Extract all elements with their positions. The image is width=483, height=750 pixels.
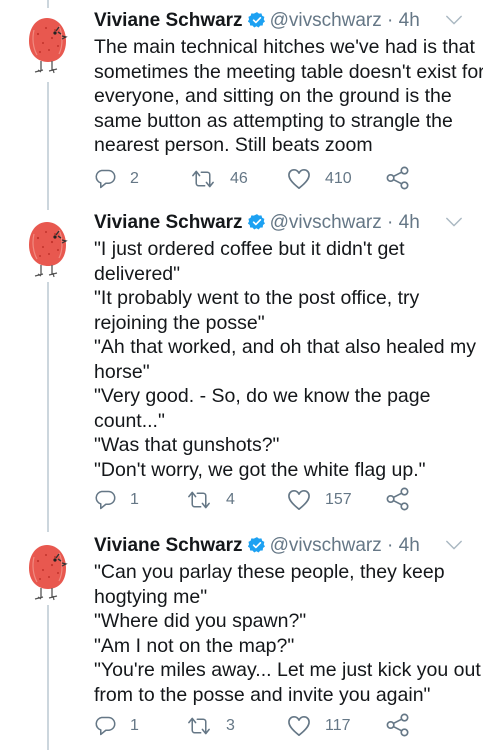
tweet-line: "Was that gunshots?" [94,434,280,456]
retweet-icon [186,489,212,511]
tweet-line: everyone, and sitting on the ground is t… [94,85,452,107]
separator: · [381,535,399,556]
share-button[interactable] [386,487,410,516]
tweet-line: "I just ordered coffee but it didn't get [94,238,405,260]
retweet-icon [190,168,216,190]
author-name[interactable]: Viviane Schwarz [94,535,243,556]
like-button[interactable]: 157 [287,487,352,513]
share-icon [386,166,410,190]
like-icon [287,715,311,737]
tweet-header: Viviane Schwarz @vivschwarz · 4h [94,210,483,236]
tweet-line: horse" [94,360,150,383]
tweet-line: nearest person. Still beats zoom [94,134,373,156]
share-icon [386,487,410,511]
like-icon [287,168,311,190]
tweet-text: The main technical hitches we've had is … [94,35,483,158]
tweet-actions: 1 4 157 [94,487,424,513]
tweet-line: "Very good. - So, do we know the page [94,385,431,407]
retweet-count: 46 [230,170,248,187]
chevron-down-icon[interactable] [445,14,463,26]
tweet-text: "I just ordered coffee but it didn't get… [94,237,476,482]
tweet-line: The main technical hitches we've had is … [94,36,475,58]
separator: · [381,10,399,31]
reply-button[interactable]: 1 [94,487,139,513]
retweet-count: 4 [226,491,235,508]
like-count: 157 [325,491,352,508]
timestamp[interactable]: 4h [399,10,420,31]
retweet-icon [186,715,212,737]
author-handle[interactable]: @vivschwarz [270,535,382,556]
reply-button[interactable]: 1 [94,713,139,739]
tweet-line: rejoining the posse" [94,311,265,334]
chevron-down-icon[interactable] [445,539,463,551]
tweet-line: same button as attempting to strangle th… [94,109,453,132]
reply-button[interactable]: 2 [94,166,139,192]
tweet-line: from to the posse and invite you again" [94,683,431,706]
tweet-line: count..." [94,409,165,432]
tweet-header: Viviane Schwarz @vivschwarz · 4h [94,8,483,34]
author-name[interactable]: Viviane Schwarz [94,10,243,31]
retweet-button[interactable]: 3 [186,713,235,739]
tweet-line: sometimes the meeting table doesn't exis… [94,60,483,83]
reply-count: 1 [130,717,139,734]
chevron-down-icon[interactable] [445,216,463,228]
thread-line [47,0,49,8]
avatar[interactable] [22,14,72,78]
like-count: 410 [325,170,352,187]
share-button[interactable] [386,713,410,742]
reply-icon [94,168,116,190]
tweet[interactable]: Viviane Schwarz @vivschwarz · 4h The main… [0,8,483,198]
like-button[interactable]: 410 [287,166,352,192]
timestamp[interactable]: 4h [399,535,420,556]
separator: · [381,212,399,233]
like-icon [287,489,311,511]
author-name[interactable]: Viviane Schwarz [94,212,243,233]
share-icon [386,713,410,737]
like-button[interactable]: 117 [287,713,351,739]
tweet-line: "Where did you spawn?" [94,610,307,632]
verified-badge-icon [248,213,266,231]
author-handle[interactable]: @vivschwarz [270,10,382,31]
avatar[interactable] [22,541,72,605]
timestamp[interactable]: 4h [399,212,420,233]
share-button[interactable] [386,166,410,195]
tweet[interactable]: Viviane Schwarz @vivschwarz · 4h "I just … [0,210,483,530]
tweet-line: "Ah that worked, and oh that also healed… [94,336,476,358]
tweet-line: "Am I not on the map?" [94,634,295,657]
retweet-count: 3 [226,717,235,734]
verified-badge-icon [248,536,266,554]
reply-count: 1 [130,491,139,508]
tweet[interactable]: Viviane Schwarz @vivschwarz · 4h "Can you… [0,533,483,750]
retweet-button[interactable]: 46 [190,166,248,192]
tweet-line: delivered" [94,262,181,285]
author-handle[interactable]: @vivschwarz [270,212,382,233]
tweet-line: "It probably went to the post office, tr… [94,287,420,309]
tweet-line: "Don't worry, we got the white flag up." [94,458,426,481]
tweet-line: "You're miles away... Let me just kick y… [94,659,481,681]
avatar[interactable] [22,218,72,282]
tweet-actions: 2 46 410 [94,166,424,192]
tweet-text: "Can you parlay these people, they keep … [94,560,481,707]
retweet-button[interactable]: 4 [186,487,235,513]
tweet-line: "Can you parlay these people, they keep [94,561,445,583]
like-count: 117 [325,717,351,734]
tweet-header: Viviane Schwarz @vivschwarz · 4h [94,533,483,559]
tweet-actions: 1 3 117 [94,713,424,739]
reply-count: 2 [130,170,139,187]
tweet-line: hogtying me" [94,585,208,608]
verified-badge-icon [248,11,266,29]
reply-icon [94,715,116,737]
reply-icon [94,489,116,511]
